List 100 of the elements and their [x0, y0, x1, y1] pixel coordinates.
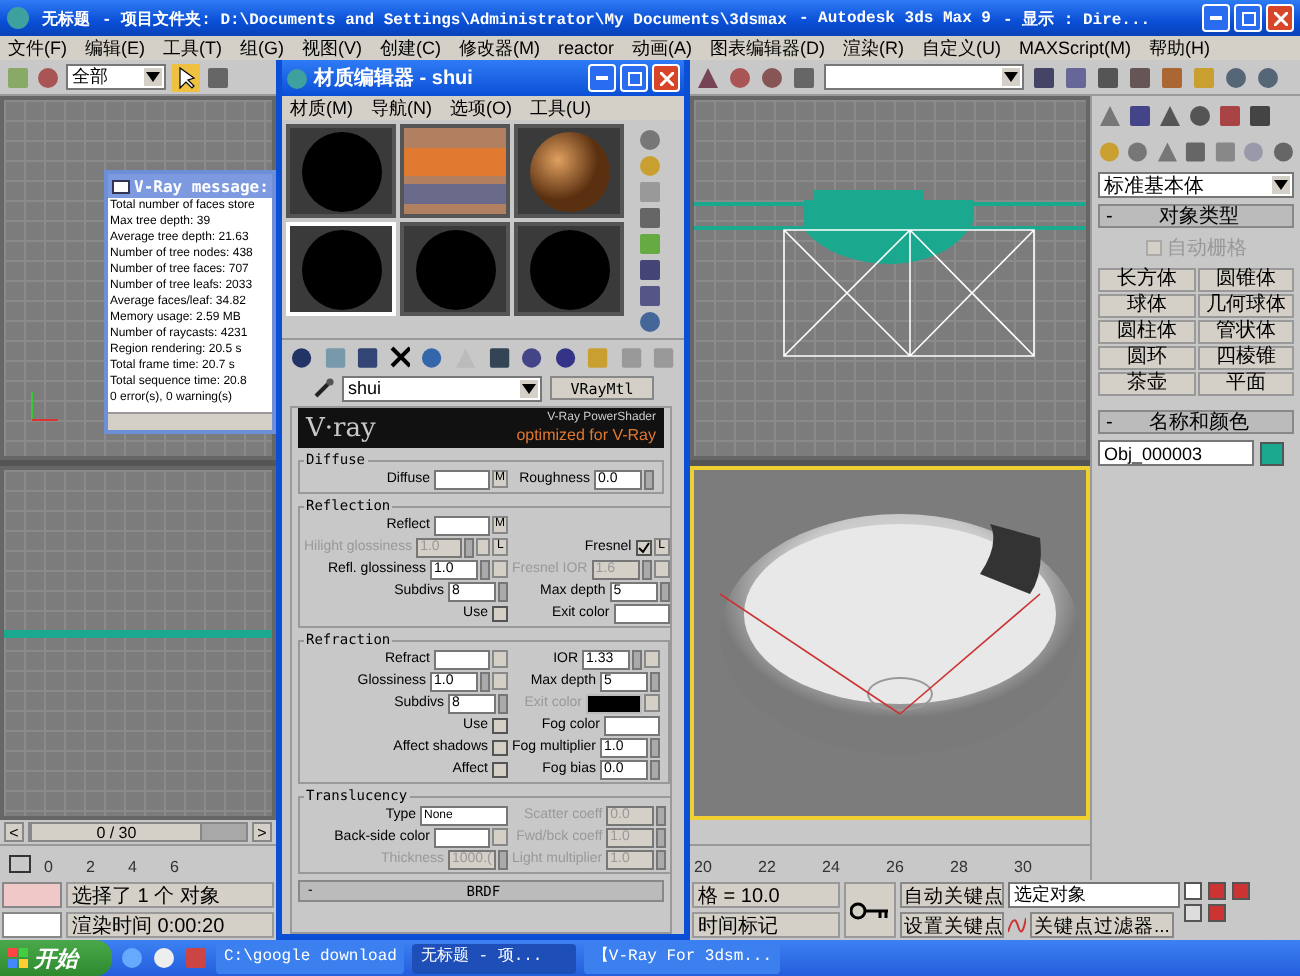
- named-selection-dropdown[interactable]: [824, 64, 1024, 90]
- axis-icon: [28, 388, 60, 424]
- sample-sphere-icon: [527, 227, 611, 311]
- window-icon: [112, 179, 130, 193]
- spinner-arrows[interactable]: [498, 849, 508, 869]
- color-swatch[interactable]: [434, 515, 490, 535]
- vray-logo: V·ray: [306, 413, 376, 443]
- next-frame-button[interactable]: >: [252, 822, 272, 842]
- curve-icon: [1008, 916, 1026, 934]
- rollout-header[interactable]: - 对象类型: [1098, 204, 1294, 228]
- set-key-button[interactable]: [844, 882, 896, 938]
- selection-filter-dropdown[interactable]: 全部: [66, 64, 166, 90]
- menu-item[interactable]: 创建(C): [380, 35, 441, 61]
- primitive-button[interactable]: 长方体: [1098, 268, 1195, 292]
- sample-sphere-icon: [299, 129, 383, 213]
- timeline-tick: 0: [44, 858, 55, 876]
- key-mode-dropdown[interactable]: 选定对象: [1008, 882, 1180, 908]
- timeline-tick: 30: [1014, 858, 1034, 876]
- maximize-button[interactable]: [620, 64, 648, 92]
- timeline-tick: 24: [822, 858, 842, 876]
- taskbar-item[interactable]: 无标题 - 项...: [412, 943, 577, 973]
- dropdown-arrow-icon: [146, 72, 160, 82]
- primitive-button[interactable]: 四棱锥: [1197, 346, 1294, 370]
- maximize-icon: [627, 71, 641, 85]
- primitive-button[interactable]: 管状体: [1197, 320, 1294, 344]
- sample-sphere-icon: [299, 227, 383, 311]
- menu-item[interactable]: 组(G): [240, 35, 284, 61]
- set-key-button[interactable]: 设置关键点: [900, 912, 1004, 938]
- object-name-field[interactable]: Obj_000003: [1098, 440, 1254, 466]
- primitive-button[interactable]: 圆锥体: [1197, 268, 1294, 292]
- taskbar-item[interactable]: 【V-Ray For 3dsm...: [584, 943, 781, 973]
- spinner-arrows[interactable]: [644, 469, 654, 489]
- banner-subtitle: optimized for V-Ray: [516, 426, 656, 444]
- start-button[interactable]: 开始: [0, 940, 112, 976]
- menu-item[interactable]: 选项(O): [450, 95, 512, 121]
- window-title: - 显示 : Dire...: [1002, 9, 1151, 29]
- wood-sphere-icon: [527, 129, 611, 213]
- category-dropdown[interactable]: 标准基本体: [1098, 172, 1294, 198]
- menu-item[interactable]: 视图(V): [302, 35, 362, 61]
- track-bar-icon: [8, 852, 32, 876]
- primitive-button[interactable]: 几何球体: [1197, 294, 1294, 318]
- app-icon: [6, 6, 30, 30]
- grid-status: 格 = 10.0: [692, 882, 840, 908]
- cursor-icon[interactable]: [172, 63, 200, 91]
- menu-item[interactable]: MAXScript(M): [1019, 38, 1132, 58]
- window-title: 材质编辑器 - shui: [314, 65, 473, 92]
- menu-item[interactable]: 动画(A): [632, 35, 693, 61]
- menu-item[interactable]: 渲染(R): [843, 35, 905, 61]
- primitive-button[interactable]: 球体: [1098, 294, 1195, 318]
- time-slider-thumb[interactable]: 0 / 30: [30, 822, 203, 842]
- selection-status: 选择了 1 个 对象: [66, 882, 274, 908]
- object-color-swatch[interactable]: [1260, 441, 1284, 465]
- menu-item[interactable]: 导航(N): [371, 95, 432, 121]
- menu-item[interactable]: 图表编辑器(D): [710, 35, 826, 61]
- color-swatch[interactable]: [434, 469, 490, 489]
- delete-icon[interactable]: [389, 346, 411, 368]
- primitive-button[interactable]: 圆环: [1098, 346, 1195, 370]
- key-filters-button[interactable]: 关键点过滤器...: [1030, 912, 1174, 938]
- eyedropper-icon[interactable]: [314, 378, 334, 398]
- menu-item[interactable]: 帮助(H): [1149, 35, 1211, 61]
- color-swatch[interactable]: [434, 649, 490, 669]
- close-button[interactable]: [1266, 4, 1294, 32]
- rollout-header[interactable]: - 名称和颜色: [1098, 410, 1294, 434]
- material-name-field[interactable]: shui: [342, 375, 542, 401]
- menu-item[interactable]: reactor: [558, 38, 615, 58]
- menu-item[interactable]: 工具(U): [530, 95, 591, 121]
- map-button[interactable]: [644, 650, 661, 668]
- map-button[interactable]: [644, 694, 661, 712]
- primitive-button[interactable]: 平面: [1197, 372, 1294, 396]
- color-swatch[interactable]: [434, 827, 490, 847]
- window-title: - Autodesk 3ds Max 9: [798, 9, 991, 27]
- photo-placeholder: [404, 128, 506, 214]
- taskbar-item[interactable]: C:\google download: [216, 943, 405, 973]
- color-swatch[interactable]: [604, 715, 661, 735]
- timeline-tick: 26: [886, 858, 906, 876]
- primitive-button[interactable]: 圆柱体: [1098, 320, 1195, 344]
- map-button[interactable]: [492, 828, 508, 846]
- maxscript-input-field[interactable]: [2, 912, 62, 938]
- minimize-button[interactable]: [588, 64, 616, 92]
- menu-item[interactable]: 编辑(E): [85, 35, 145, 61]
- time-slider-track[interactable]: 0 / 30: [28, 822, 248, 842]
- sample-sphere-icon: [413, 227, 497, 311]
- dropdown-arrow-icon: [522, 383, 536, 393]
- dropdown-arrow-icon: [1004, 72, 1018, 82]
- maxscript-listener-field[interactable]: [2, 882, 62, 908]
- menu-item[interactable]: 修改器(M): [459, 35, 540, 61]
- window-title: V-Ray message:: [134, 177, 269, 195]
- menu-item[interactable]: 材质(M): [290, 95, 353, 121]
- menu-item[interactable]: 自定义(U): [922, 35, 1002, 61]
- timeline-tick: 6: [170, 858, 181, 876]
- auto-key-button[interactable]: 自动关键点: [900, 882, 1004, 908]
- minimize-icon: [1210, 16, 1222, 20]
- color-swatch[interactable]: [613, 603, 670, 623]
- menu-item[interactable]: 文件(F): [8, 35, 67, 61]
- maximize-button[interactable]: [1234, 4, 1262, 32]
- previous-frame-button[interactable]: <: [4, 822, 24, 842]
- minimize-button[interactable]: [1202, 4, 1230, 32]
- close-button[interactable]: [652, 64, 680, 92]
- primitive-button[interactable]: 茶壶: [1098, 372, 1195, 396]
- menu-item[interactable]: 工具(T): [163, 35, 222, 61]
